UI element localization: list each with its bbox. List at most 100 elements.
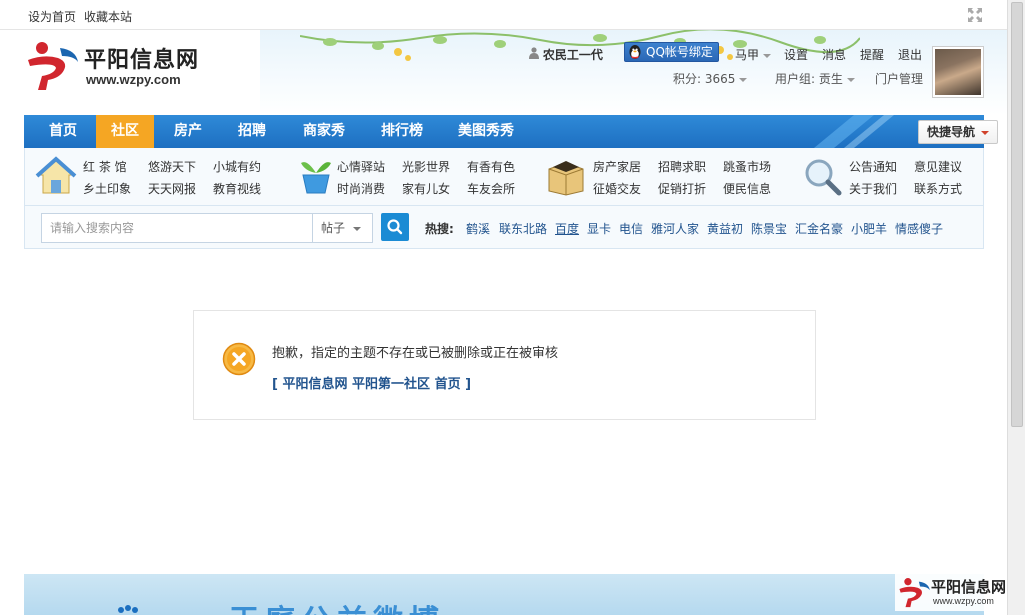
scrollbar-thumb[interactable] <box>1011 2 1023 427</box>
logo-mark-icon <box>28 42 78 90</box>
search-button[interactable] <box>381 213 409 241</box>
subnav-link[interactable]: 红 茶 馆 <box>83 158 127 175</box>
search-type-select[interactable]: 帖子 <box>313 213 373 243</box>
home-link[interactable]: 首页 <box>435 377 461 392</box>
subnav-link[interactable]: 家有儿女 <box>402 180 450 197</box>
subnav-link[interactable]: 乡土印象 <box>83 180 131 197</box>
nav-decoration <box>814 115 894 148</box>
hot-search-term[interactable]: 显卡 <box>587 220 611 237</box>
site-header: 平阳信息网 www.wzpy.com 农民工一代 QQ帐号绑定 马甲 设置 消息… <box>0 30 1007 115</box>
floating-logo[interactable]: 平阳信息网 www.wzpy.com <box>895 573 1006 611</box>
nav-item-merchants[interactable]: 商家秀 <box>288 115 360 148</box>
search-icon <box>387 219 403 235</box>
settings-link[interactable]: 设置 <box>784 46 808 63</box>
user-group-label: 用户组: 贡生 <box>775 72 843 86</box>
subnav-link[interactable]: 天天网报 <box>148 180 196 197</box>
subnav-link[interactable]: 公告通知 <box>849 158 897 175</box>
top-bar: 设为首页 收藏本站 <box>0 0 1007 30</box>
subnav-link[interactable]: 跳蚤市场 <box>723 158 771 175</box>
reminders-link[interactable]: 提醒 <box>860 46 884 63</box>
error-message-links: [ 平阳信息网 平阳第一社区 首页 ] <box>272 373 471 392</box>
bracket-close: ] <box>465 377 472 392</box>
hot-search-label: 热搜: <box>425 222 454 236</box>
site-logo[interactable]: 平阳信息网 www.wzpy.com <box>24 40 214 90</box>
points-label: 积分: 3665 <box>673 72 736 86</box>
subnav-link[interactable]: 心情驿站 <box>337 158 385 175</box>
chevron-down-icon <box>739 77 748 82</box>
subnav-link[interactable]: 征婚交友 <box>593 180 641 197</box>
subnav-link[interactable]: 关于我们 <box>849 180 897 197</box>
hot-search-term[interactable]: 鹤溪 <box>466 220 490 237</box>
chevron-down-icon <box>981 130 990 135</box>
magnifier-icon <box>805 159 842 196</box>
hot-search-term[interactable]: 联东北路 <box>499 220 547 237</box>
subnav-link[interactable]: 招聘求职 <box>658 158 706 175</box>
fullscreen-icon[interactable] <box>967 7 983 23</box>
error-message-text: 抱歉，指定的主题不存在或已被删除或正在被审核 <box>272 346 559 361</box>
site-home-link[interactable]: 平阳信息网 <box>282 377 347 392</box>
nav-item-meitu[interactable]: 美图秀秀 <box>444 115 528 148</box>
search-input[interactable]: 请输入搜索内容 <box>41 213 313 243</box>
house-icon <box>35 156 77 194</box>
subnav-link[interactable]: 时尚消费 <box>337 180 385 197</box>
hot-search-term[interactable]: 黄益初 <box>707 220 743 237</box>
forum-subnav: 红 茶 馆 悠游天下 小城有约 乡土印象 天天网报 教育视线 心情驿站 光影世界… <box>24 148 984 206</box>
subnav-link[interactable]: 小城有约 <box>213 158 261 175</box>
subnav-link[interactable]: 促销打折 <box>658 180 706 197</box>
subnav-link[interactable]: 联系方式 <box>914 180 962 197</box>
username[interactable]: 农民工一代 <box>543 48 603 62</box>
paw-icon <box>118 605 138 613</box>
hot-search-term[interactable]: 电信 <box>619 220 643 237</box>
points-dropdown[interactable]: 积分: 3665 <box>673 70 748 87</box>
messages-link[interactable]: 消息 <box>822 46 846 63</box>
subnav-link[interactable]: 意见建议 <box>914 158 962 175</box>
username-block[interactable]: 农民工一代 <box>529 46 603 63</box>
user-group-dropdown[interactable]: 用户组: 贡生 <box>775 70 855 87</box>
hot-search-term[interactable]: 雅河人家 <box>651 220 699 237</box>
hot-search-term[interactable]: 百度 <box>555 220 579 237</box>
qq-penguin-icon <box>629 45 641 59</box>
search-bar: 请输入搜索内容 帖子 热搜: 鹤溪 联东北路 百度 显卡 电信 雅河人家 黄益初… <box>24 206 984 249</box>
set-homepage-link[interactable]: 设为首页 <box>28 8 76 25</box>
nav-item-home[interactable]: 首页 <box>32 115 94 148</box>
portal-admin-link[interactable]: 门户管理 <box>875 70 923 87</box>
error-icon <box>222 342 256 376</box>
nav-item-rankings[interactable]: 排行榜 <box>366 115 438 148</box>
subnav-link[interactable]: 房产家居 <box>593 158 641 175</box>
hot-search-term[interactable]: 小肥羊 <box>851 220 887 237</box>
error-message-box: 抱歉，指定的主题不存在或已被删除或正在被审核 [ 平阳信息网 平阳第一社区 首页… <box>193 310 816 420</box>
logo-url: www.wzpy.com <box>86 72 181 87</box>
nav-item-jobs[interactable]: 招聘 <box>224 115 280 148</box>
vertical-scrollbar[interactable] <box>1007 0 1025 615</box>
account-label: 马甲 <box>735 48 760 62</box>
subnav-link[interactable]: 光影世界 <box>402 158 450 175</box>
subnav-link[interactable]: 教育视线 <box>213 180 261 197</box>
nav-item-community[interactable]: 社区 <box>96 115 154 148</box>
avatar-photo <box>935 49 981 95</box>
bottom-banner[interactable]: 王庭公益微博 <box>24 574 984 615</box>
logout-link[interactable]: 退出 <box>898 46 922 63</box>
hot-search-term[interactable]: 陈景宝 <box>751 220 787 237</box>
chevron-down-icon <box>353 226 362 231</box>
plant-pot-icon <box>301 162 331 194</box>
nav-item-property[interactable]: 房产 <box>160 115 216 148</box>
subnav-link[interactable]: 车友会所 <box>467 180 515 197</box>
logo-mark-icon <box>899 578 930 608</box>
account-dropdown[interactable]: 马甲 <box>735 46 772 63</box>
hot-search-term[interactable]: 汇金名豪 <box>795 220 843 237</box>
box-icon <box>548 161 584 196</box>
hot-search-term[interactable]: 情感傻子 <box>895 220 943 237</box>
chevron-down-icon <box>763 53 772 58</box>
quick-nav-button[interactable]: 快捷导航 <box>918 120 998 144</box>
quick-nav-label: 快捷导航 <box>927 125 976 139</box>
forum-home-link[interactable]: 平阳第一社区 <box>352 377 430 392</box>
bracket-open: [ <box>272 377 278 392</box>
floating-logo-url: www.wzpy.com <box>933 596 994 606</box>
subnav-link[interactable]: 有香有色 <box>467 158 515 175</box>
avatar[interactable] <box>932 46 984 98</box>
subnav-link[interactable]: 便民信息 <box>723 180 771 197</box>
qq-bind-label: QQ帐号绑定 <box>646 45 713 59</box>
bookmark-site-link[interactable]: 收藏本站 <box>84 8 132 25</box>
qq-bind-button[interactable]: QQ帐号绑定 <box>624 42 719 62</box>
subnav-link[interactable]: 悠游天下 <box>148 158 196 175</box>
